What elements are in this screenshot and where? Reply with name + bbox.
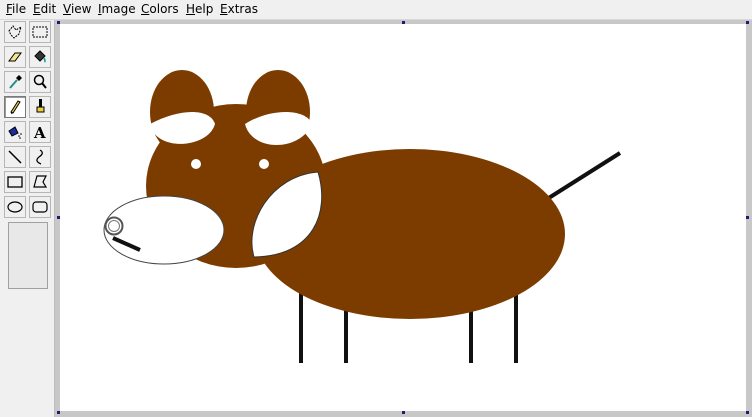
rectangle-tool[interactable]: [4, 171, 26, 193]
menu-image[interactable]: Image: [98, 2, 136, 16]
drawing-canvas[interactable]: [60, 24, 746, 411]
menu-bar: File Edit View Image Colors Help Extras: [0, 0, 752, 20]
menu-help[interactable]: Help: [186, 2, 213, 16]
rectangle-select-tool[interactable]: [29, 21, 51, 43]
resize-handle[interactable]: [57, 216, 60, 219]
resize-handle[interactable]: [746, 216, 749, 219]
curve-tool[interactable]: [29, 146, 51, 168]
line-icon: [8, 150, 22, 164]
menu-edit[interactable]: Edit: [33, 2, 56, 16]
fill-bucket-tool[interactable]: [29, 46, 51, 68]
pencil-icon: [10, 100, 21, 114]
right-eye: [259, 159, 269, 169]
free-form-select-tool[interactable]: [4, 21, 26, 43]
pencil-tool[interactable]: [4, 96, 26, 118]
toolbox: A: [0, 20, 55, 417]
eraser-tool[interactable]: [4, 46, 26, 68]
magnifier-icon: [33, 74, 47, 89]
tail: [542, 151, 622, 203]
rectangle-icon: [7, 176, 23, 188]
airbrush-tool[interactable]: [4, 121, 26, 143]
resize-handle[interactable]: [746, 411, 749, 414]
menu-extras[interactable]: Extras: [220, 2, 258, 16]
magnifier-tool[interactable]: [29, 71, 51, 93]
text-tool[interactable]: A: [29, 121, 51, 143]
menu-colors[interactable]: Colors: [141, 2, 179, 16]
svg-text:A: A: [33, 124, 46, 142]
fill-bucket-icon: [34, 50, 46, 63]
resize-handle[interactable]: [402, 21, 405, 24]
rounded-rectangle-tool[interactable]: [29, 196, 51, 218]
color-picker-icon: [9, 75, 22, 89]
resize-handle[interactable]: [57, 411, 60, 414]
line-tool[interactable]: [4, 146, 26, 168]
free-form-select-icon: [8, 25, 22, 39]
eraser-icon: [8, 52, 22, 62]
menu-file[interactable]: File: [6, 2, 26, 16]
rounded-rectangle-icon: [32, 201, 48, 213]
tool-options-box[interactable]: [8, 222, 48, 289]
ellipse-tool[interactable]: [4, 196, 26, 218]
color-picker-tool[interactable]: [4, 71, 26, 93]
resize-handle[interactable]: [402, 411, 405, 414]
polygon-tool[interactable]: [29, 171, 51, 193]
ellipse-icon: [7, 201, 23, 213]
canvas-area: [56, 20, 752, 417]
menu-view[interactable]: View: [63, 2, 91, 16]
rectangle-select-icon: [32, 26, 48, 38]
text-icon: A: [33, 124, 46, 142]
pig-drawing: [103, 70, 622, 363]
brush-icon: [36, 99, 45, 113]
resize-handle[interactable]: [57, 21, 60, 24]
brush-tool[interactable]: [29, 96, 51, 118]
polygon-icon: [33, 175, 48, 188]
airbrush-icon: [8, 126, 22, 139]
left-eye: [191, 159, 201, 169]
curve-icon: [36, 149, 43, 165]
resize-handle[interactable]: [746, 21, 749, 24]
